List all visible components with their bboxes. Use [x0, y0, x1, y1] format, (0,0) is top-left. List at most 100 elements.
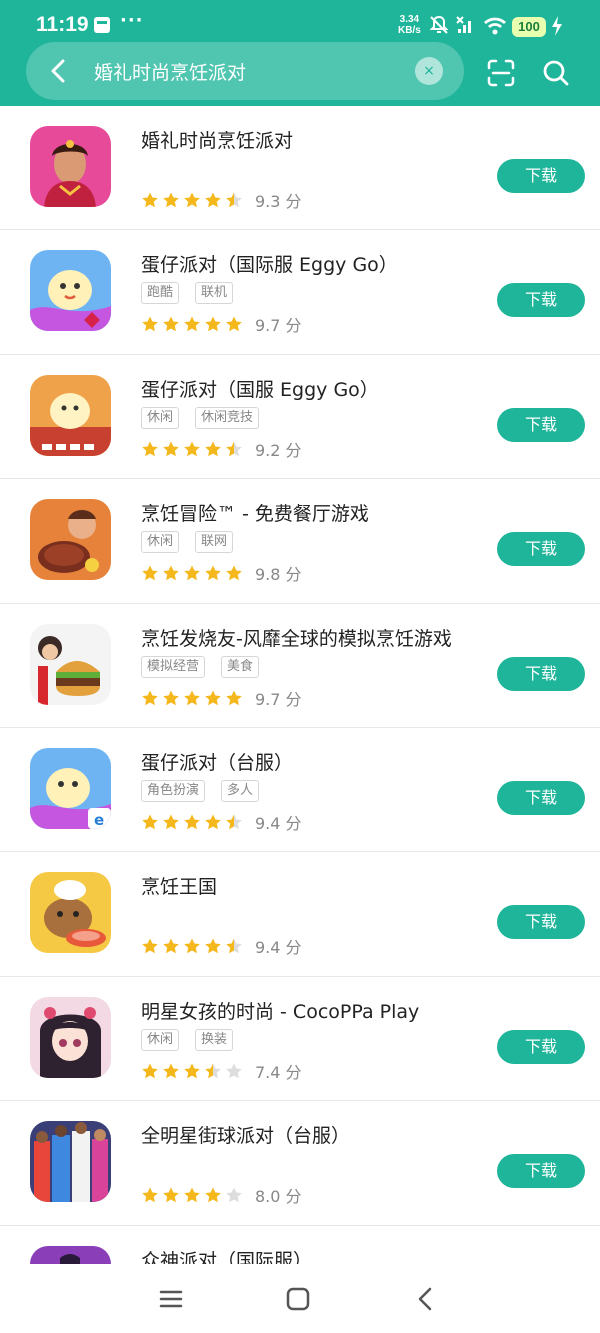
clear-search-icon[interactable]: × — [415, 57, 443, 85]
list-item[interactable]: 蛋仔派对（国际服 Eggy Go） 跑酷 联机 9.7 分 下载 — [0, 230, 600, 355]
star-icon — [184, 1063, 200, 1078]
nav-back-icon[interactable] — [411, 1284, 441, 1314]
star-icon — [205, 1063, 221, 1078]
list-item[interactable]: 烹饪王国 9.4 分 下载 — [0, 852, 600, 977]
steak-chef-icon[interactable] — [30, 499, 111, 581]
app-name[interactable]: 蛋仔派对（国际服 Eggy Go） — [141, 250, 398, 277]
download-button[interactable]: 下载 — [497, 1154, 585, 1189]
star-icon — [163, 565, 179, 581]
download-button[interactable]: 下载 — [497, 532, 585, 567]
battery-indicator: 100 — [512, 17, 546, 37]
list-item[interactable]: 全明星街球派对（台服） 8.0 分 下载 — [0, 1101, 600, 1226]
anime-girl-icon[interactable] — [30, 996, 111, 1078]
app-name[interactable]: 烹饪发烧友-风靡全球的模拟烹饪游戏 — [141, 624, 452, 651]
eggy-party-2026-icon[interactable] — [30, 374, 111, 456]
app-tags: 休闲 联网 — [141, 531, 234, 554]
app-rating: 8.0 分 — [141, 1183, 302, 1207]
download-button[interactable]: 下载 — [497, 283, 585, 318]
star-icon — [226, 814, 242, 830]
app-rating: 9.7 分 — [141, 686, 302, 710]
app-name[interactable]: 婚礼时尚烹饪派对 — [141, 126, 293, 153]
app-tag[interactable]: 多人 — [221, 779, 260, 802]
app-score: 9.2 分 — [255, 440, 302, 460]
list-item[interactable]: e 蛋仔派对（台服） 角色扮演 多人 9.4 分 下载 — [0, 728, 600, 853]
star-icon — [226, 565, 242, 581]
status-time: 11:19 — [36, 13, 89, 36]
eggy-party-tw-icon[interactable]: e — [30, 747, 111, 829]
app-rating: 9.2 分 — [141, 437, 302, 461]
star-icon — [184, 814, 200, 830]
recent-apps-icon[interactable] — [156, 1284, 186, 1314]
star-rating — [141, 564, 243, 582]
star-icon — [226, 1063, 242, 1078]
star-icon — [142, 441, 158, 456]
app-tag[interactable]: 跑酷 — [141, 282, 180, 305]
app-tag[interactable]: 换装 — [195, 1028, 234, 1051]
app-tags: 模拟经营 美食 — [141, 655, 260, 678]
bride-portrait-icon[interactable] — [30, 126, 111, 207]
app-tag[interactable]: 休闲 — [141, 1028, 180, 1051]
list-item[interactable]: 蛋仔派对（国服 Eggy Go） 休闲 休闲竞技 9.2 分 下载 — [0, 355, 600, 480]
search-icon[interactable] — [541, 58, 571, 88]
app-tags: 休闲 换装 — [141, 1028, 234, 1051]
download-button[interactable]: 下载 — [497, 656, 585, 691]
download-button[interactable]: 下载 — [497, 780, 585, 815]
app-tag[interactable]: 角色扮演 — [141, 779, 206, 802]
app-name[interactable]: 全明星街球派对（台服） — [141, 1121, 350, 1148]
scan-icon[interactable] — [486, 58, 516, 88]
app-name[interactable]: 蛋仔派对（台服） — [141, 748, 293, 775]
app-tag[interactable]: 联机 — [195, 282, 234, 305]
more-notifications-icon: ··· — [120, 10, 144, 31]
burger-chef-icon[interactable] — [30, 623, 111, 705]
home-icon[interactable] — [283, 1284, 313, 1314]
download-button[interactable]: 下载 — [497, 159, 585, 193]
header: 11:19 ··· 3.34 KB/s 100 × — [0, 0, 600, 106]
list-item[interactable]: 烹饪冒险™ - 免费餐厅游戏 休闲 联网 9.8 分 下载 — [0, 479, 600, 604]
star-icon — [142, 814, 158, 830]
app-score: 7.4 分 — [255, 1062, 302, 1082]
star-icon — [163, 1063, 179, 1078]
star-icon — [184, 690, 200, 705]
star-rating — [141, 689, 243, 707]
download-button[interactable]: 下载 — [497, 905, 585, 940]
back-arrow-icon[interactable] — [44, 56, 74, 86]
app-tag[interactable]: 模拟经营 — [141, 655, 206, 678]
capybara-chef-icon[interactable] — [30, 872, 111, 954]
wifi-icon — [484, 17, 506, 35]
eggy-party-icon[interactable] — [30, 250, 111, 332]
search-input[interactable] — [94, 58, 404, 84]
app-tag[interactable]: 休闲 — [141, 531, 180, 554]
list-item[interactable]: 明星女孩的时尚 - CocoPPa Play 休闲 换装 7.4 分 下载 — [0, 977, 600, 1102]
app-name[interactable]: 烹饪王国 — [141, 872, 217, 899]
star-icon — [205, 441, 221, 456]
app-tag[interactable]: 休闲竞技 — [195, 406, 260, 429]
app-tag[interactable]: 美食 — [221, 655, 260, 678]
app-name[interactable]: 烹饪冒险™ - 免费餐厅游戏 — [141, 499, 369, 526]
star-icon — [226, 938, 242, 954]
star-icon — [142, 938, 158, 954]
star-icon — [205, 938, 221, 954]
star-icon — [184, 565, 200, 581]
app-tag[interactable]: 休闲 — [141, 406, 180, 429]
star-icon — [142, 316, 158, 332]
app-name[interactable]: 蛋仔派对（国服 Eggy Go） — [141, 375, 379, 402]
network-speed-unit: KB/s — [398, 25, 421, 36]
basketball-players-icon[interactable] — [30, 1121, 111, 1203]
star-icon — [142, 1187, 158, 1203]
list-item[interactable]: 婚礼时尚烹饪派对 9.3 分 下载 — [0, 106, 600, 231]
star-icon — [205, 192, 221, 208]
bell-muted-icon — [429, 15, 449, 34]
star-icon — [226, 441, 242, 456]
list-item[interactable]: 烹饪发烧友-风靡全球的模拟烹饪游戏 模拟经营 美食 9.7 分 下载 — [0, 604, 600, 728]
list-item-partial[interactable]: 众神派对（国际服） — [0, 1226, 600, 1286]
app-tag[interactable]: 联网 — [195, 531, 234, 554]
app-score: 9.7 分 — [255, 689, 302, 709]
download-button[interactable]: 下载 — [497, 1029, 585, 1064]
search-results-list: 婚礼时尚烹饪派对 9.3 分 下载 蛋仔派对（国际服 Eggy Go） 跑酷 联… — [0, 106, 600, 1286]
star-rating — [141, 1062, 243, 1080]
app-name[interactable]: 明星女孩的时尚 - CocoPPa Play — [141, 997, 419, 1024]
download-button[interactable]: 下载 — [497, 407, 585, 442]
svg-text:e: e — [94, 811, 104, 829]
star-icon — [163, 192, 179, 208]
app-score: 9.4 分 — [255, 813, 302, 833]
